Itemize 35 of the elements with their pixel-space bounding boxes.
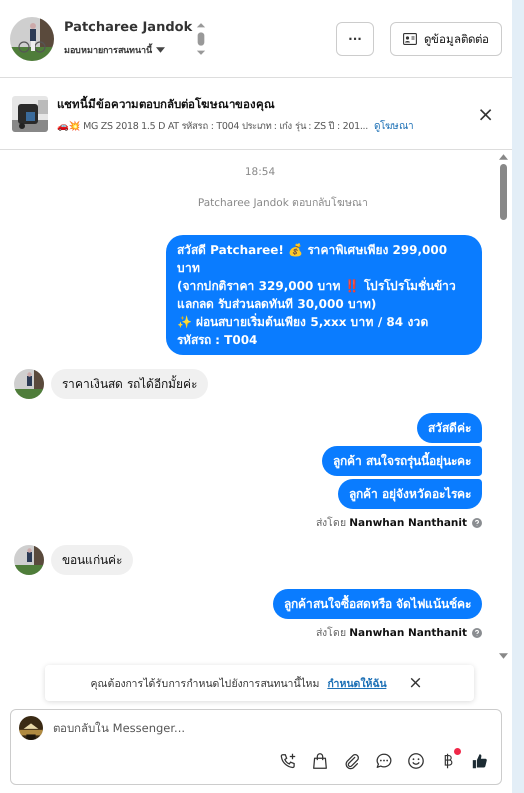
scroll-down-icon[interactable] [498, 653, 508, 659]
paperclip-icon[interactable] [343, 752, 361, 770]
emoji-icon[interactable] [407, 752, 425, 770]
assign-to-me-link[interactable]: กำหนดให้ฉัน [327, 674, 386, 692]
more-button[interactable]: ··· [336, 22, 374, 56]
contact-info-button[interactable]: ดูข้อมูลติดต่อ [390, 22, 502, 56]
ad-details: 🚗💥 MG ZS 2018 1.5 D AT รหัสรถ : T004 ประเภท : เก๋ง รุ่น : ZS ปี : 201... [57, 120, 368, 132]
help-icon [472, 628, 482, 638]
incoming-message: ราคาเงินสด รถได้อีกมั้ยค่ะ [51, 369, 208, 399]
shopping-bag-icon[interactable] [311, 752, 329, 770]
sent-by-label: ส่งโดย Nanwhan Nanthanit [316, 626, 467, 641]
view-ad-link[interactable]: ดูโฆษณา [374, 118, 414, 132]
close-button[interactable]: × [402, 674, 429, 692]
close-button[interactable]: × [471, 104, 500, 124]
incoming-message: ขอนแก่นค่ะ [51, 545, 133, 575]
chat-bubble-icon[interactable] [375, 752, 393, 770]
help-icon [472, 518, 482, 528]
contact-name: Patcharee Jandok [64, 20, 192, 35]
timestamp: 18:54 [244, 166, 276, 178]
outgoing-message: ลูกค้า สนใจรถรุ่นนี้อยุ่นะคะ [322, 446, 482, 476]
assign-dropdown[interactable]: มอบหมายการสนทนานี้ [64, 43, 192, 57]
assign-question: คุณต้องการได้รับการกำหนดไปยังการสนทนานี้ไหม [90, 675, 320, 692]
outgoing-message: สวัสดีค่ะ [417, 413, 482, 443]
ad-reply-note: Patcharee Jandok ตอบกลับโฆษณา [198, 196, 368, 211]
scrollbar-thumb[interactable] [500, 164, 506, 220]
outgoing-message: ลูกค้า อยุ่จังหวัดอะไรคะ [338, 479, 482, 509]
caret-icon [156, 47, 165, 53]
contact-card-icon [403, 32, 417, 44]
outgoing-message: ลูกค้าสนใจซื้อสดหรือ จัดไฟแน้นช์คะ [272, 589, 482, 619]
sent-by-label: ส่งโดย Nanwhan Nanthanit [316, 516, 467, 531]
ad-reply-title: แชทนี้มีข้อความตอบกลับต่อโฆษณาของคุณ [57, 94, 276, 112]
thumbs-up-icon[interactable] [471, 752, 489, 770]
outgoing-message: สวัสดี Patcharee! 💰 ราคาพิเศษเพียง 299,000 บาท (จากปกติราคา 329,000 บาท ‼ โปรโปรโมชั่นข้าวแลกลด รับส่วนลดทันที 30,000 บาท) ✨ ผ่อนสบายเริ่มต้นเพียง 5,xxx บาท / 84 งวด รหัสรถ : T004 [166, 235, 482, 355]
scroll-up-icon[interactable] [498, 154, 508, 160]
add-call-icon[interactable] [279, 752, 297, 770]
